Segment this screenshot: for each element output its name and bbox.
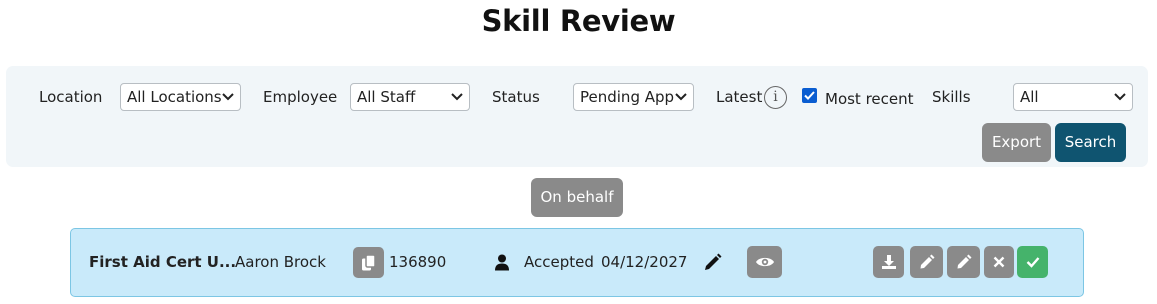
location-label: Location [39,88,103,106]
reject-button[interactable] [984,246,1014,278]
edit-alt-icon [957,254,971,269]
skill-name: First Aid Cert U... [89,253,237,271]
download-button[interactable] [873,246,904,278]
most-recent-checkbox[interactable] [802,88,817,103]
skills-label: Skills [932,88,971,106]
check-icon [1026,257,1039,268]
status-select[interactable]: Pending App [573,83,694,111]
eye-icon [755,257,774,267]
check-icon [804,91,815,100]
person-icon [495,254,509,271]
chevron-down-icon [451,93,463,101]
edit-button[interactable] [910,246,943,278]
status-label: Status [492,88,540,106]
edit-icon [920,254,934,269]
employee-name: Aaron Brock [235,253,326,271]
page-title: Skill Review [481,4,676,38]
record-status: Accepted [524,253,594,271]
most-recent-label: Most recent [825,90,914,108]
info-icon[interactable]: i [764,86,787,109]
search-button[interactable]: Search [1055,123,1126,162]
status-select-value: Pending App [580,88,675,106]
employee-select-value: All Staff [357,88,416,106]
on-behalf-button[interactable]: On behalf [531,178,623,217]
download-icon [881,255,896,269]
close-icon [993,256,1005,268]
copy-button[interactable] [353,247,384,278]
record-date: 04/12/2027 [601,253,688,271]
approve-button[interactable] [1017,246,1048,278]
chevron-down-icon [675,93,687,101]
location-select[interactable]: All Locations [120,83,241,111]
view-button[interactable] [747,246,782,278]
employee-select[interactable]: All Staff [350,83,470,111]
record-id: 136890 [389,253,447,271]
copy-icon [361,254,376,270]
edit-alt-button[interactable] [947,246,980,278]
employee-label: Employee [263,88,338,106]
skills-select[interactable]: All [1013,83,1133,111]
skills-select-value: All [1020,88,1039,106]
chevron-down-icon [1114,93,1126,101]
filter-panel [6,66,1148,167]
location-select-value: All Locations [127,88,222,106]
pencil-icon[interactable] [703,252,723,272]
export-button[interactable]: Export [982,123,1051,162]
latest-label: Latest [716,88,763,106]
chevron-down-icon [222,93,234,101]
